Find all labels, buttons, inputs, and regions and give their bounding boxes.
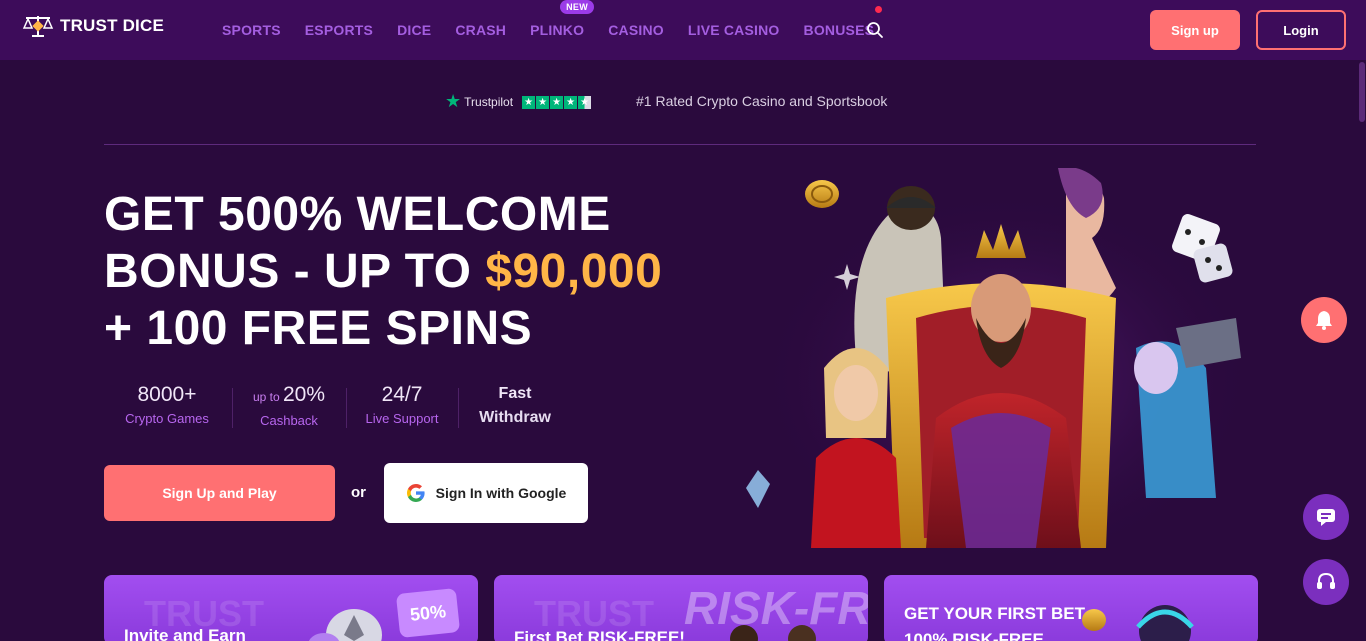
signup-play-button[interactable]: Sign Up and Play — [104, 465, 335, 521]
headset-icon — [1317, 572, 1335, 589]
scales-logo-icon — [22, 16, 54, 37]
stat-withdraw: Fast Withdraw — [466, 382, 564, 430]
star-icon: ★ — [578, 95, 592, 109]
trustpilot-star-icon: ★ — [445, 91, 462, 112]
hero-title-line3: + 100 FREE SPINS — [104, 302, 533, 355]
gold-coin-icon — [1082, 609, 1106, 631]
hero-title: GET 500% WELCOME BONUS - UP TO $90,000 +… — [104, 186, 724, 357]
stat-cashback: up to 20% Cashback — [236, 382, 342, 432]
promo-card-first-bet[interactable]: GET YOUR FIRST BET 100% RISK-FREE — [884, 575, 1258, 641]
top-header: TRUST DICE SPORTS ESPORTS DICE CRASH PLI… — [0, 0, 1366, 60]
nav-bonuses[interactable]: BONUSES — [803, 6, 883, 38]
stat-label: Withdraw — [479, 409, 551, 426]
nav-casino[interactable]: CASINO — [608, 22, 664, 38]
stat-divider — [458, 388, 459, 428]
ethereum-coin-icon — [308, 609, 382, 641]
chat-button[interactable] — [1303, 494, 1349, 540]
stat-value: up to 20% — [252, 383, 326, 406]
stat-divider — [346, 388, 347, 428]
notifications-button[interactable] — [1301, 297, 1347, 343]
percent-badge: 50% — [395, 587, 461, 639]
star-icon: ★ — [564, 95, 578, 109]
hero-title-line1: GET 500% WELCOME — [104, 188, 611, 241]
nav-plinko-label: PLINKO — [530, 22, 585, 38]
hero-title-line2: BONUS - UP TO — [104, 245, 486, 298]
stat-games: 8000+ Crypto Games — [104, 382, 230, 430]
hero-bonus-amount: $90,000 — [485, 245, 663, 298]
main-nav: SPORTS ESPORTS DICE CRASH PLINKO NEW CAS… — [222, 0, 898, 60]
gamer-avatar — [1136, 605, 1194, 641]
nav-plinko[interactable]: PLINKO NEW — [530, 0, 595, 38]
stat-value: Fast — [498, 385, 532, 402]
card-subtitle: 100% RISK-FREE — [904, 630, 1044, 641]
trustpilot-name: Trustpilot — [464, 95, 514, 109]
chat-icon — [1317, 509, 1335, 526]
bell-icon — [1316, 311, 1332, 330]
nav-esports[interactable]: ESPORTS — [305, 22, 373, 38]
star-icon: ★ — [522, 95, 536, 109]
new-badge: NEW — [560, 0, 595, 14]
stat-support: 24/7 Live Support — [354, 382, 450, 430]
stat-value: 24/7 — [381, 383, 423, 406]
trustpilot-badge[interactable]: ★ Trustpilot ★ ★ ★ ★ ★ — [445, 91, 592, 112]
signup-button[interactable]: Sign up — [1150, 10, 1240, 50]
section-divider — [104, 144, 1256, 145]
card-title: GET YOUR FIRST BET — [904, 604, 1086, 623]
search-icon[interactable] — [866, 21, 884, 39]
hero-illustration — [746, 168, 1256, 558]
google-signin-button[interactable]: Sign In with Google — [384, 463, 588, 523]
card-title: First Bet RISK-FREE! — [514, 628, 685, 641]
trust-tagline: #1 Rated Crypto Casino and Sportsbook — [636, 93, 888, 109]
star-icon: ★ — [536, 95, 550, 109]
nav-sports[interactable]: SPORTS — [222, 22, 281, 38]
nav-crash[interactable]: CRASH — [455, 22, 506, 38]
nav-live-casino[interactable]: LIVE CASINO — [688, 22, 780, 38]
stat-label: Live Support — [365, 411, 439, 426]
support-button[interactable] — [1303, 559, 1349, 605]
promo-card-risk-free[interactable]: TRUST RISK-FREE First Bet RISK-FREE! — [494, 575, 868, 641]
google-icon — [406, 484, 425, 502]
star-icon: ★ — [550, 95, 564, 109]
notification-dot — [875, 6, 883, 13]
card-title: Invite and Earn — [124, 626, 246, 641]
gold-coin-icon — [805, 180, 839, 208]
promo-card-invite[interactable]: TRUST Invite and Earn 50% — [104, 575, 478, 641]
stat-divider — [232, 388, 233, 428]
or-separator: or — [351, 484, 366, 501]
login-button[interactable]: Login — [1256, 10, 1346, 50]
trustpilot-rating-stars: ★ ★ ★ ★ ★ — [522, 95, 592, 109]
stat-label: Cashback — [260, 413, 318, 428]
page-scrollbar[interactable] — [1358, 60, 1366, 641]
player-avatars — [730, 625, 816, 641]
logo-text: TRUST DICE — [60, 16, 164, 35]
stat-value: 8000+ — [137, 383, 197, 406]
google-signin-label: Sign In with Google — [435, 485, 567, 501]
nav-bonuses-label: BONUSES — [803, 22, 875, 38]
nav-dice[interactable]: DICE — [397, 22, 431, 38]
site-logo[interactable]: TRUST DICE — [22, 14, 164, 38]
stat-label: Crypto Games — [125, 411, 209, 426]
trust-row: ★ Trustpilot ★ ★ ★ ★ ★ #1 Rated Crypto C… — [0, 90, 1366, 114]
